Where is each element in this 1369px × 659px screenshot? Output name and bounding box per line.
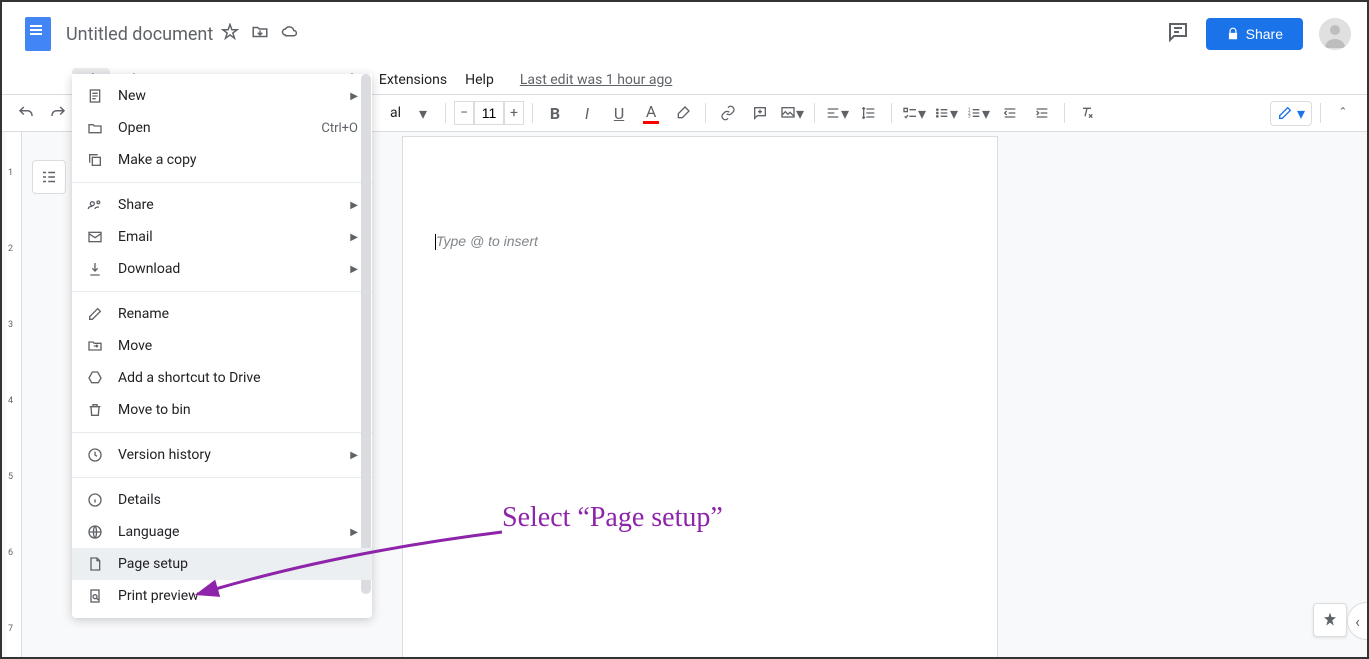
menu-help[interactable]: Help	[457, 68, 502, 92]
font-size-increase[interactable]: +	[504, 101, 524, 125]
font-dropdown-arrow[interactable]: ▾	[409, 99, 437, 127]
email-icon	[86, 228, 104, 246]
insert-link-button[interactable]	[714, 99, 742, 127]
copy-icon	[86, 151, 104, 169]
menu-item-print-preview[interactable]: Print preview	[72, 580, 372, 612]
pencil-icon	[1277, 105, 1293, 121]
clear-formatting-button[interactable]	[1073, 99, 1101, 127]
lock-icon	[1226, 27, 1240, 41]
font-size-input[interactable]	[474, 101, 504, 125]
menu-item-new[interactable]: New ▶	[72, 80, 372, 112]
submenu-arrow-icon: ▶	[350, 450, 358, 461]
vertical-ruler[interactable]: 12345678	[6, 132, 22, 657]
globe-icon	[86, 523, 104, 541]
placeholder-text: Type @ to insert	[436, 233, 538, 249]
menu-item-download[interactable]: Download ▶	[72, 253, 372, 285]
document-title[interactable]: Untitled document	[66, 24, 213, 45]
menu-item-share[interactable]: Share ▶	[72, 189, 372, 221]
submenu-arrow-icon: ▶	[350, 91, 358, 102]
comments-icon[interactable]	[1166, 20, 1190, 48]
align-button[interactable]: ▾	[823, 99, 851, 127]
collapse-toolbar-button[interactable]: ˆ	[1329, 99, 1357, 127]
line-spacing-button[interactable]	[855, 99, 883, 127]
document-page[interactable]: Type @ to insert	[402, 136, 998, 657]
last-edit-link[interactable]: Last edit was 1 hour ago	[520, 72, 672, 88]
font-size-decrease[interactable]: −	[454, 101, 474, 125]
show-outline-button[interactable]	[32, 160, 66, 194]
annotation-text: Select “Page setup”	[502, 502, 723, 534]
italic-button[interactable]: I	[573, 99, 601, 127]
page-setup-icon	[86, 555, 104, 573]
menu-item-email[interactable]: Email ▶	[72, 221, 372, 253]
redo-button[interactable]	[44, 99, 72, 127]
drive-shortcut-icon	[86, 369, 104, 387]
move-to-folder-icon[interactable]	[251, 23, 269, 45]
explore-button[interactable]	[1313, 603, 1347, 637]
menu-item-make-copy[interactable]: Make a copy	[72, 144, 372, 176]
increase-indent-button[interactable]	[1028, 99, 1056, 127]
menu-item-open[interactable]: Open Ctrl+O	[72, 112, 372, 144]
submenu-arrow-icon: ▶	[350, 527, 358, 538]
bulleted-list-button[interactable]: ▾	[932, 99, 960, 127]
decrease-indent-button[interactable]	[996, 99, 1024, 127]
show-side-panel-button[interactable]: ‹	[1347, 602, 1367, 640]
menu-item-move-to-bin[interactable]: Move to bin	[72, 394, 372, 426]
highlight-button[interactable]	[669, 99, 697, 127]
menu-item-move[interactable]: Move	[72, 330, 372, 362]
rename-icon	[86, 305, 104, 323]
info-icon	[86, 491, 104, 509]
bold-button[interactable]: B	[541, 99, 569, 127]
shortcut-label: Ctrl+O	[321, 121, 358, 136]
title-area: Untitled document	[66, 23, 299, 45]
insert-image-button[interactable]: ▾	[778, 99, 806, 127]
editing-mode-dropdown[interactable]: ▾	[1270, 101, 1312, 126]
share-button[interactable]: Share	[1206, 18, 1303, 50]
underline-button[interactable]: U	[605, 99, 633, 127]
submenu-arrow-icon: ▶	[350, 200, 358, 211]
header: Untitled document Share	[2, 2, 1367, 66]
star-icon[interactable]	[221, 23, 239, 45]
text-color-button[interactable]: A	[637, 99, 665, 127]
menu-item-details[interactable]: Details	[72, 484, 372, 516]
account-avatar[interactable]	[1319, 18, 1351, 50]
docs-logo[interactable]	[18, 14, 58, 54]
menu-item-rename[interactable]: Rename	[72, 298, 372, 330]
history-icon	[86, 446, 104, 464]
checklist-button[interactable]: ▾	[900, 99, 928, 127]
share-label: Share	[1246, 26, 1283, 42]
share-icon	[86, 196, 104, 214]
svg-text:3: 3	[968, 114, 971, 120]
file-menu-dropdown: New ▶ Open Ctrl+O Make a copy Share ▶ Em…	[72, 74, 372, 618]
menu-item-version-history[interactable]: Version history ▶	[72, 439, 372, 471]
move-folder-icon	[86, 337, 104, 355]
menu-item-page-setup[interactable]: Page setup	[72, 548, 372, 580]
menu-extensions[interactable]: Extensions	[371, 68, 455, 92]
trash-icon	[86, 401, 104, 419]
print-preview-icon	[86, 587, 104, 605]
submenu-arrow-icon: ▶	[350, 232, 358, 243]
numbered-list-button[interactable]: 123▾	[964, 99, 992, 127]
menu-item-add-shortcut[interactable]: Add a shortcut to Drive	[72, 362, 372, 394]
undo-button[interactable]	[12, 99, 40, 127]
cloud-status-icon[interactable]	[281, 23, 299, 45]
add-comment-button[interactable]	[746, 99, 774, 127]
submenu-arrow-icon: ▶	[350, 264, 358, 275]
folder-open-icon	[86, 119, 104, 137]
font-size-control: − +	[454, 101, 524, 125]
download-icon	[86, 260, 104, 278]
document-icon	[86, 87, 104, 105]
menu-item-language[interactable]: Language ▶	[72, 516, 372, 548]
page-content[interactable]: Type @ to insert	[403, 137, 997, 282]
